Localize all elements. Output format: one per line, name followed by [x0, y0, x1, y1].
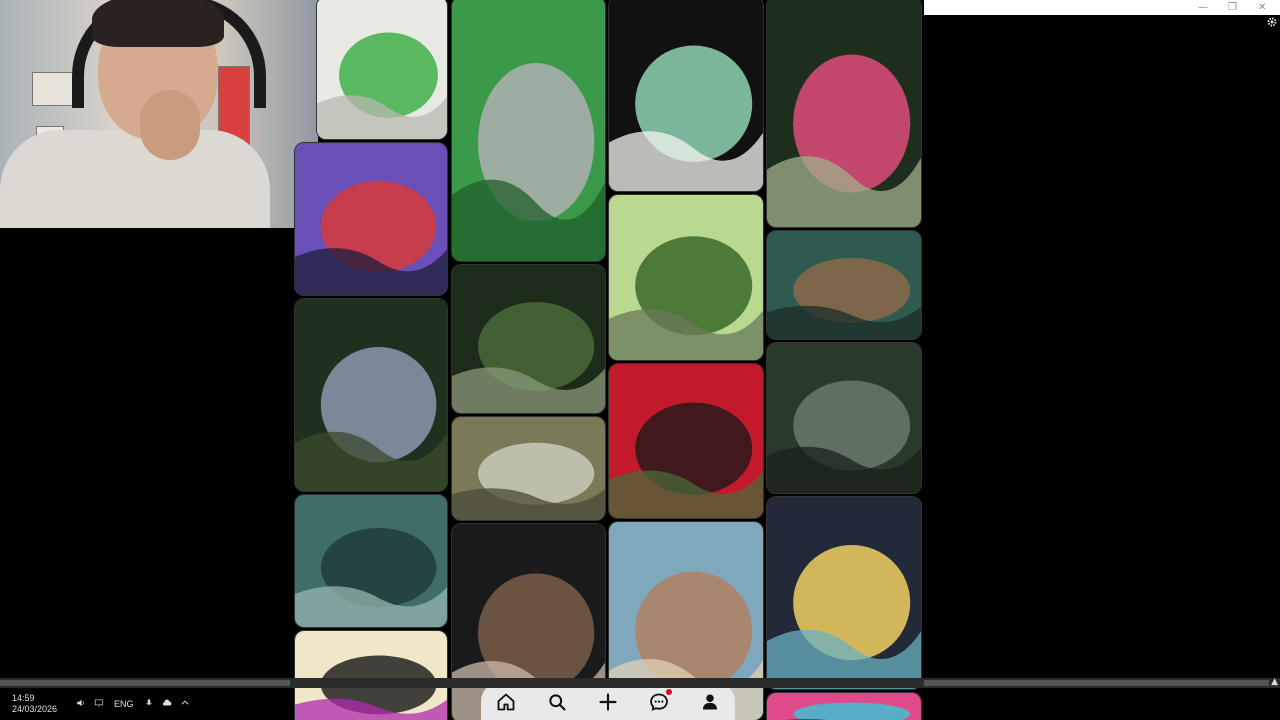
nav-create[interactable]: [593, 687, 623, 717]
nav-profile[interactable]: [695, 687, 725, 717]
restore-button[interactable]: ❐: [1228, 0, 1237, 15]
pin-swamp-cabin[interactable]: [451, 416, 606, 521]
cloud-icon[interactable]: [158, 698, 176, 711]
home-icon: [497, 693, 515, 710]
pin-image: [317, 0, 447, 139]
webcam-overlay: [0, 0, 318, 228]
webcam-person-hair: [92, 0, 224, 47]
pin-swamp-dock[interactable]: [294, 494, 448, 628]
webcam-person-torso: [0, 130, 270, 228]
display-icon[interactable]: [90, 698, 108, 711]
microphone-icon[interactable]: [140, 698, 158, 711]
pin-colorful-bottom[interactable]: [766, 692, 922, 720]
taskbar-clock[interactable]: 14:59 24/03/2026: [0, 693, 72, 715]
clock-date: 24/03/2026: [12, 704, 58, 714]
gear-icon[interactable]: [1266, 16, 1278, 28]
pin-angel-car[interactable]: [766, 496, 922, 690]
pin-boat-forest[interactable]: [766, 342, 922, 494]
pin-van-painting[interactable]: [766, 230, 922, 340]
close-button[interactable]: ✕: [1258, 0, 1266, 15]
chat-icon: [649, 693, 668, 711]
pin-image: [767, 693, 921, 720]
language-indicator[interactable]: ENG: [114, 699, 134, 709]
bottom-navigation: [481, 683, 735, 720]
search-icon: [549, 693, 566, 711]
webcam-poster: [32, 72, 74, 106]
taskbar-tray: 14:59 24/03/2026 ENG: [0, 688, 480, 720]
webcam-person-hand: [140, 90, 200, 160]
scrollbar-thumb[interactable]: [0, 680, 290, 686]
chevron-up-icon[interactable]: ▲: [1271, 677, 1278, 687]
pin-image: [767, 0, 921, 227]
window-title-bar: [924, 0, 1280, 15]
pin-swamp-path[interactable]: [451, 264, 606, 414]
nav-search[interactable]: [542, 687, 572, 717]
pin-abandoned-rv[interactable]: [608, 194, 764, 361]
clock-time: 14:59: [12, 693, 35, 703]
pin-image: [609, 364, 763, 518]
speaker-icon[interactable]: [72, 698, 90, 711]
pin-image: [609, 0, 763, 191]
pin-image: [452, 265, 605, 413]
pin-green-dragon[interactable]: [451, 0, 606, 262]
nav-home[interactable]: [491, 687, 521, 717]
pin-feed: [292, 0, 924, 720]
pin-image: [295, 495, 447, 627]
pin-image: [767, 343, 921, 493]
pin-image: [452, 417, 605, 520]
pin-image: [767, 497, 921, 689]
pin-image: [295, 143, 447, 295]
minimize-button[interactable]: —: [1198, 0, 1208, 15]
notification-badge: [665, 688, 672, 695]
pin-swamp-moon[interactable]: [294, 298, 448, 492]
pin-green-bird[interactable]: [608, 0, 764, 192]
person-icon: [702, 694, 717, 709]
pin-image: [767, 231, 921, 339]
plus-icon: [599, 692, 617, 711]
pin-red-forest[interactable]: [608, 363, 764, 519]
pin-image: [609, 195, 763, 360]
pin-image: [452, 0, 605, 261]
pin-sketch-creature[interactable]: [316, 0, 448, 140]
scrollbar-thumb[interactable]: [924, 680, 1269, 686]
pin-wolf-creature[interactable]: [294, 142, 448, 296]
nav-messages[interactable]: [644, 687, 674, 717]
chevron-up-icon[interactable]: [176, 698, 194, 711]
pin-jungle-house[interactable]: [766, 0, 922, 228]
horizontal-scrollbar[interactable]: ▲: [0, 677, 1280, 688]
pin-image: [295, 299, 447, 491]
